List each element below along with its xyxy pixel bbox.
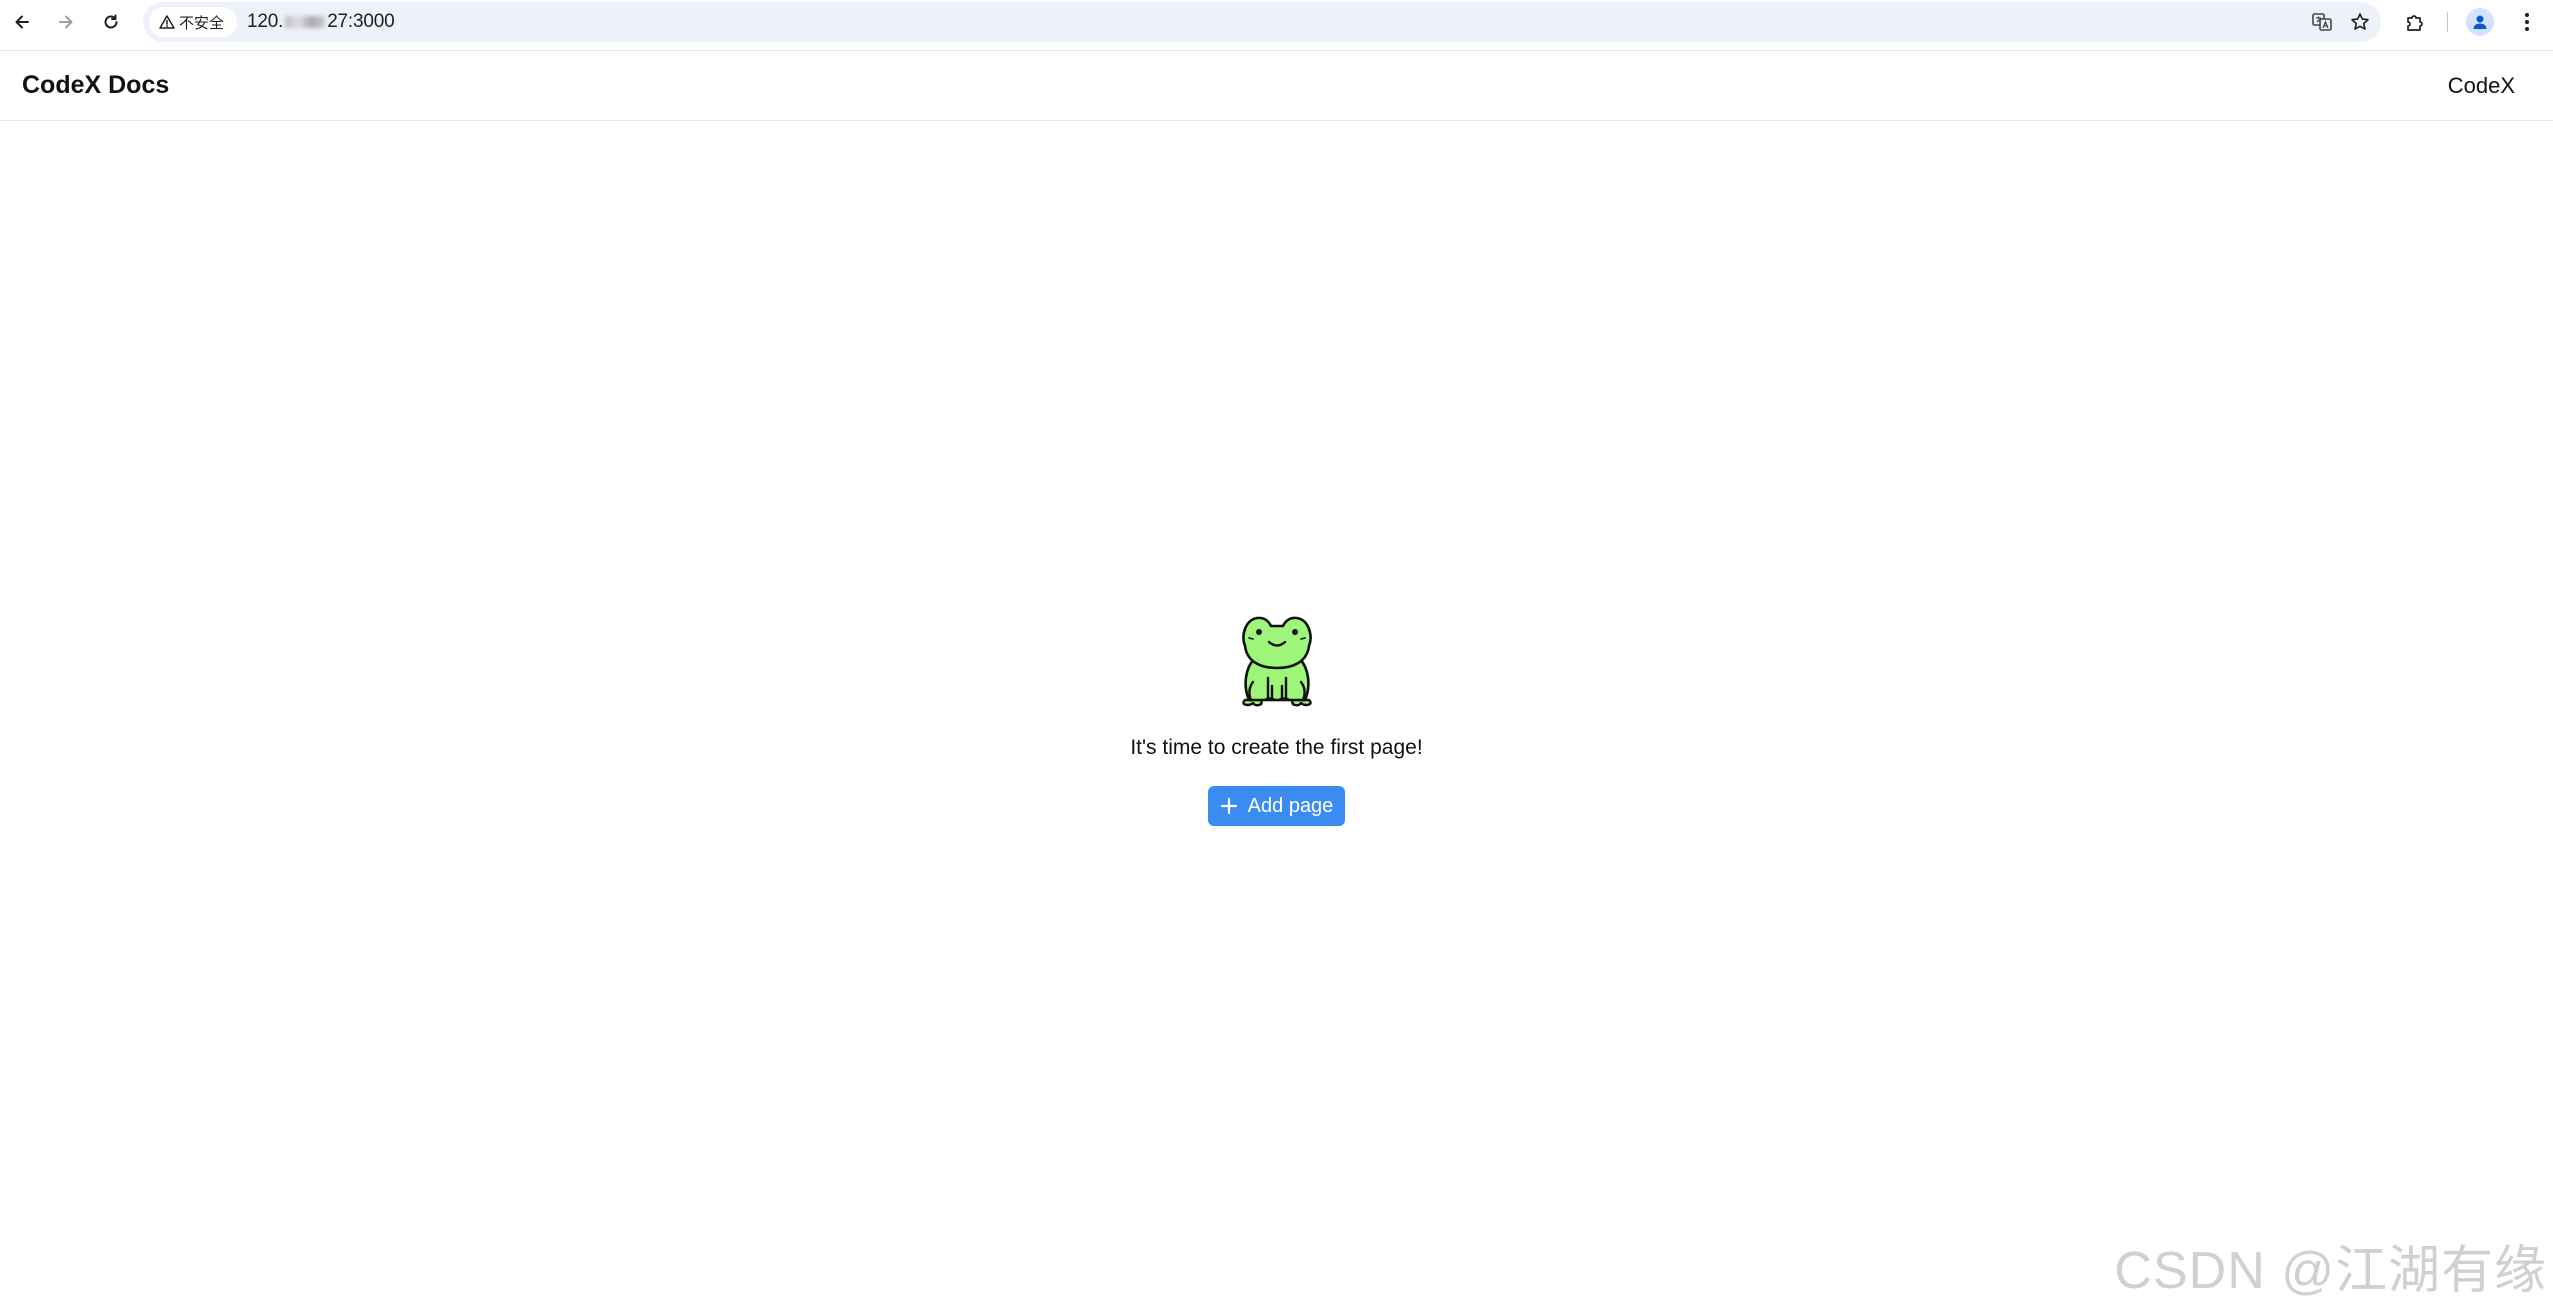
bookmark-button[interactable] [2347, 9, 2373, 35]
translate-icon [2312, 13, 2332, 31]
app-title-link[interactable]: CodeX Docs [22, 71, 169, 100]
security-indicator[interactable]: 不安全 [149, 7, 237, 37]
reload-button[interactable] [95, 6, 127, 38]
empty-state-message: It's time to create the first page! [1130, 736, 1423, 759]
watermark: CSDN @江湖有缘 [2114, 1242, 2547, 1300]
app-header: CodeX Docs CodeX [0, 51, 2553, 121]
redacted-segment [285, 15, 326, 28]
back-button[interactable] [6, 6, 38, 38]
add-page-button[interactable]: Add page [1207, 786, 1346, 826]
warning-triangle-icon [159, 15, 175, 29]
add-page-label: Add page [1247, 794, 1334, 817]
frog-icon [1241, 616, 1312, 707]
extensions-button[interactable] [2399, 6, 2431, 38]
browser-menu-button[interactable] [2511, 6, 2543, 38]
toolbar-divider [2447, 12, 2448, 32]
kebab-menu-icon [2525, 13, 2529, 31]
url-suffix: 27:3000 [327, 11, 395, 32]
star-icon [2351, 13, 2369, 30]
forward-button[interactable] [50, 6, 82, 38]
reload-icon [104, 14, 118, 29]
arrow-right-icon [59, 15, 73, 29]
url-prefix: 120. [247, 11, 284, 32]
browser-toolbar: 不安全 120. 27:3000 [0, 0, 2553, 44]
translate-button[interactable] [2309, 9, 2335, 35]
address-bar[interactable]: 不安全 120. 27:3000 [143, 2, 2381, 42]
empty-state: It's time to create the first page! Add … [0, 612, 2553, 826]
url-text[interactable]: 120. 27:3000 [247, 11, 395, 33]
security-label: 不安全 [179, 14, 225, 32]
plus-icon [1220, 797, 1237, 815]
codex-link[interactable]: CodeX [2448, 73, 2515, 99]
person-icon [2473, 15, 2487, 29]
puzzle-icon [2407, 15, 2423, 31]
profile-button[interactable] [2466, 8, 2494, 36]
arrow-left-icon [15, 15, 29, 29]
